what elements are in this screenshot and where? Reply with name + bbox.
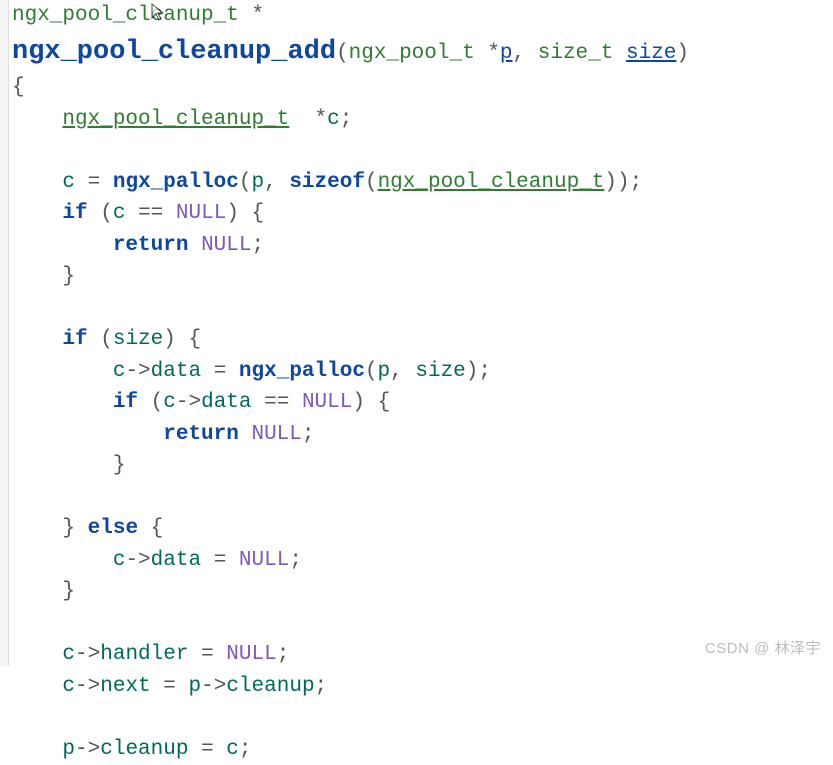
function-name: ngx_pool_cleanup_add	[12, 37, 336, 67]
watermark: CSDN @ 林泽宇	[705, 638, 821, 661]
editor-gutter	[0, 0, 9, 666]
return-type: ngx_pool_cleanup_t	[12, 4, 239, 27]
